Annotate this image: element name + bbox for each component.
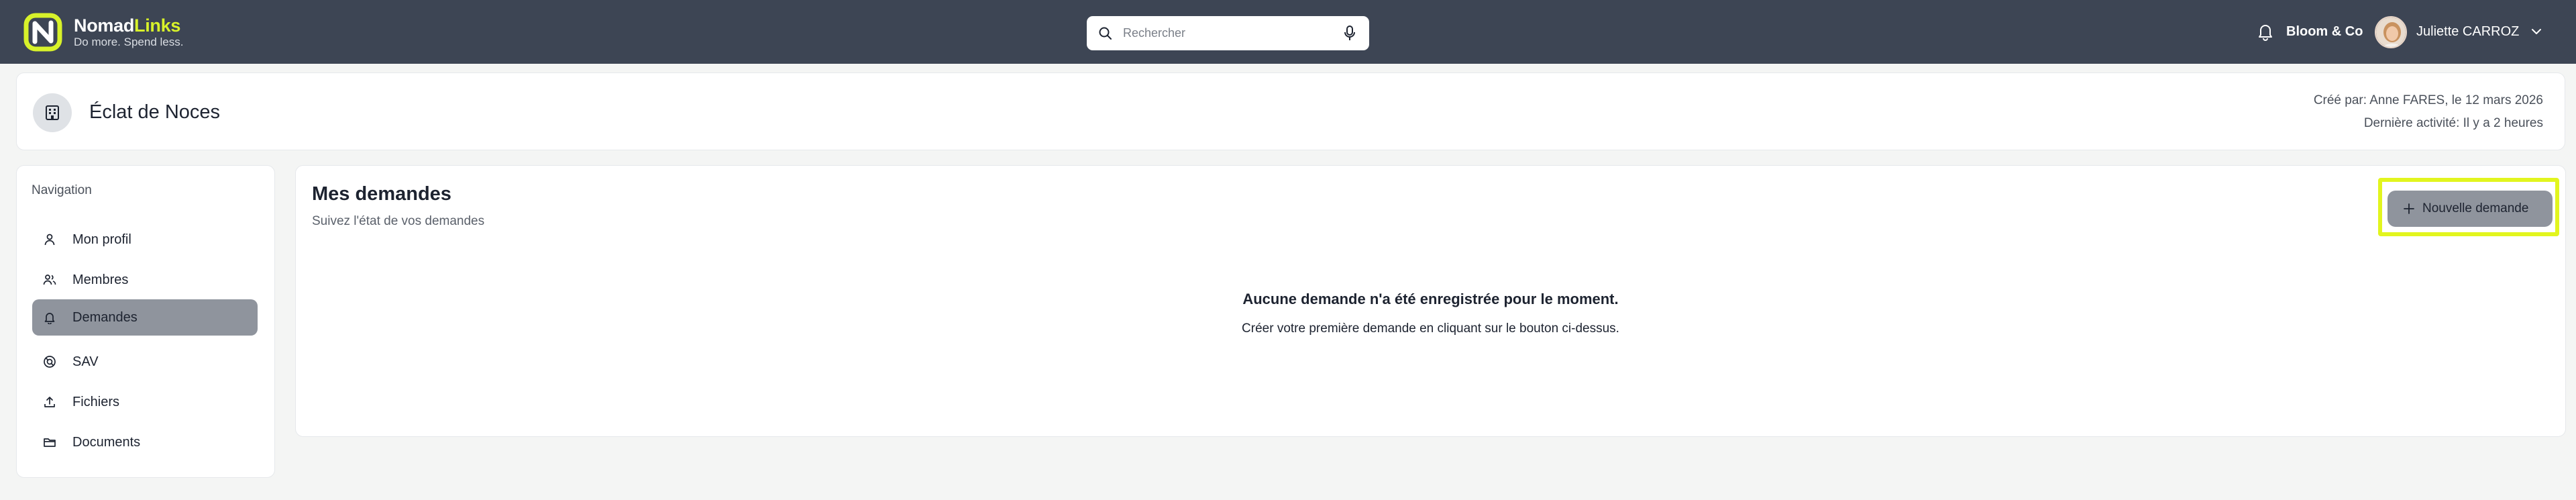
brand-name-part2: Links	[134, 15, 181, 36]
empty-state-text: Créer votre première demande en cliquant…	[1242, 321, 1619, 336]
organization-title: Éclat de Noces	[89, 101, 221, 123]
sidebar-item-label: Mon profil	[72, 232, 131, 247]
search-bar[interactable]	[1087, 16, 1369, 50]
user-avatar[interactable]	[2375, 16, 2407, 48]
folder-icon	[44, 438, 56, 447]
sidebar-navigation: Navigation Mon profil Membres Demandes S…	[16, 165, 275, 478]
sidebar-item-documents[interactable]: Documents	[32, 424, 258, 460]
new-request-button[interactable]: Nouvelle demande	[2387, 191, 2553, 227]
sidebar-item-membres[interactable]: Membres	[32, 262, 258, 298]
chevron-down-icon[interactable]	[2530, 26, 2542, 38]
top-bar: NomadLinks Do more. Spend less. Bloom & …	[0, 0, 2576, 64]
sidebar-item-demandes[interactable]: Demandes	[32, 299, 258, 336]
avatar-portrait	[2376, 17, 2406, 47]
sidebar-item-sav[interactable]: SAV	[32, 344, 258, 380]
company-switcher[interactable]: Bloom & Co	[2286, 24, 2363, 40]
organization-meta: Créé par: Anne FARES, le 12 mars 2026 De…	[2314, 89, 2543, 135]
brand-logo[interactable]: NomadLinks Do more. Spend less.	[23, 12, 183, 52]
bell-icon	[44, 313, 55, 324]
brand-tagline: Do more. Spend less.	[74, 36, 184, 48]
requests-panel: Mes demandes Suivez l'état de vos demand…	[295, 165, 2566, 437]
page-subtitle: Suivez l'état de vos demandes	[312, 214, 485, 228]
nomadlinks-logo-icon	[23, 13, 62, 52]
empty-state-title: Aucune demande n'a été enregistrée pour …	[1242, 291, 1619, 307]
sidebar-item-fichiers[interactable]: Fichiers	[32, 384, 258, 420]
search-icon	[1099, 27, 1112, 40]
search-input[interactable]	[1123, 23, 1324, 43]
created-by-text: Créé par: Anne FARES, le 12 mars 2026	[2313, 93, 2543, 107]
sidebar-item-label: Membres	[72, 272, 129, 287]
sidebar-item-label: Documents	[72, 435, 141, 450]
brand-name: NomadLinks	[74, 15, 183, 36]
user-name[interactable]: Juliette CARROZ	[2416, 24, 2519, 40]
last-activity-text: Dernière activité: Il y a 2 heures	[2363, 116, 2543, 130]
users-icon	[43, 274, 56, 285]
microphone-icon[interactable]	[1342, 24, 1358, 42]
brand-text: NomadLinks Do more. Spend less.	[74, 15, 183, 49]
organization-building-icon	[33, 93, 72, 132]
organization-header: Éclat de Noces Créé par: Anne FARES, le …	[16, 72, 2565, 150]
sidebar-title: Navigation	[32, 183, 92, 197]
brand-name-part1: Nomad	[74, 15, 135, 36]
user-icon	[44, 234, 55, 246]
new-request-button-label: Nouvelle demande	[2422, 201, 2529, 215]
page-title: Mes demandes	[312, 183, 451, 205]
notifications-bell-icon[interactable]	[2257, 22, 2274, 41]
sidebar-item-label: Fichiers	[72, 395, 120, 409]
sidebar-item-label: Demandes	[72, 310, 138, 325]
support-icon	[44, 356, 56, 368]
sidebar-item-mon-profil[interactable]: Mon profil	[32, 221, 258, 258]
plus-icon	[2404, 203, 2414, 214]
upload-icon	[44, 397, 55, 407]
sidebar-item-label: SAV	[72, 354, 99, 369]
